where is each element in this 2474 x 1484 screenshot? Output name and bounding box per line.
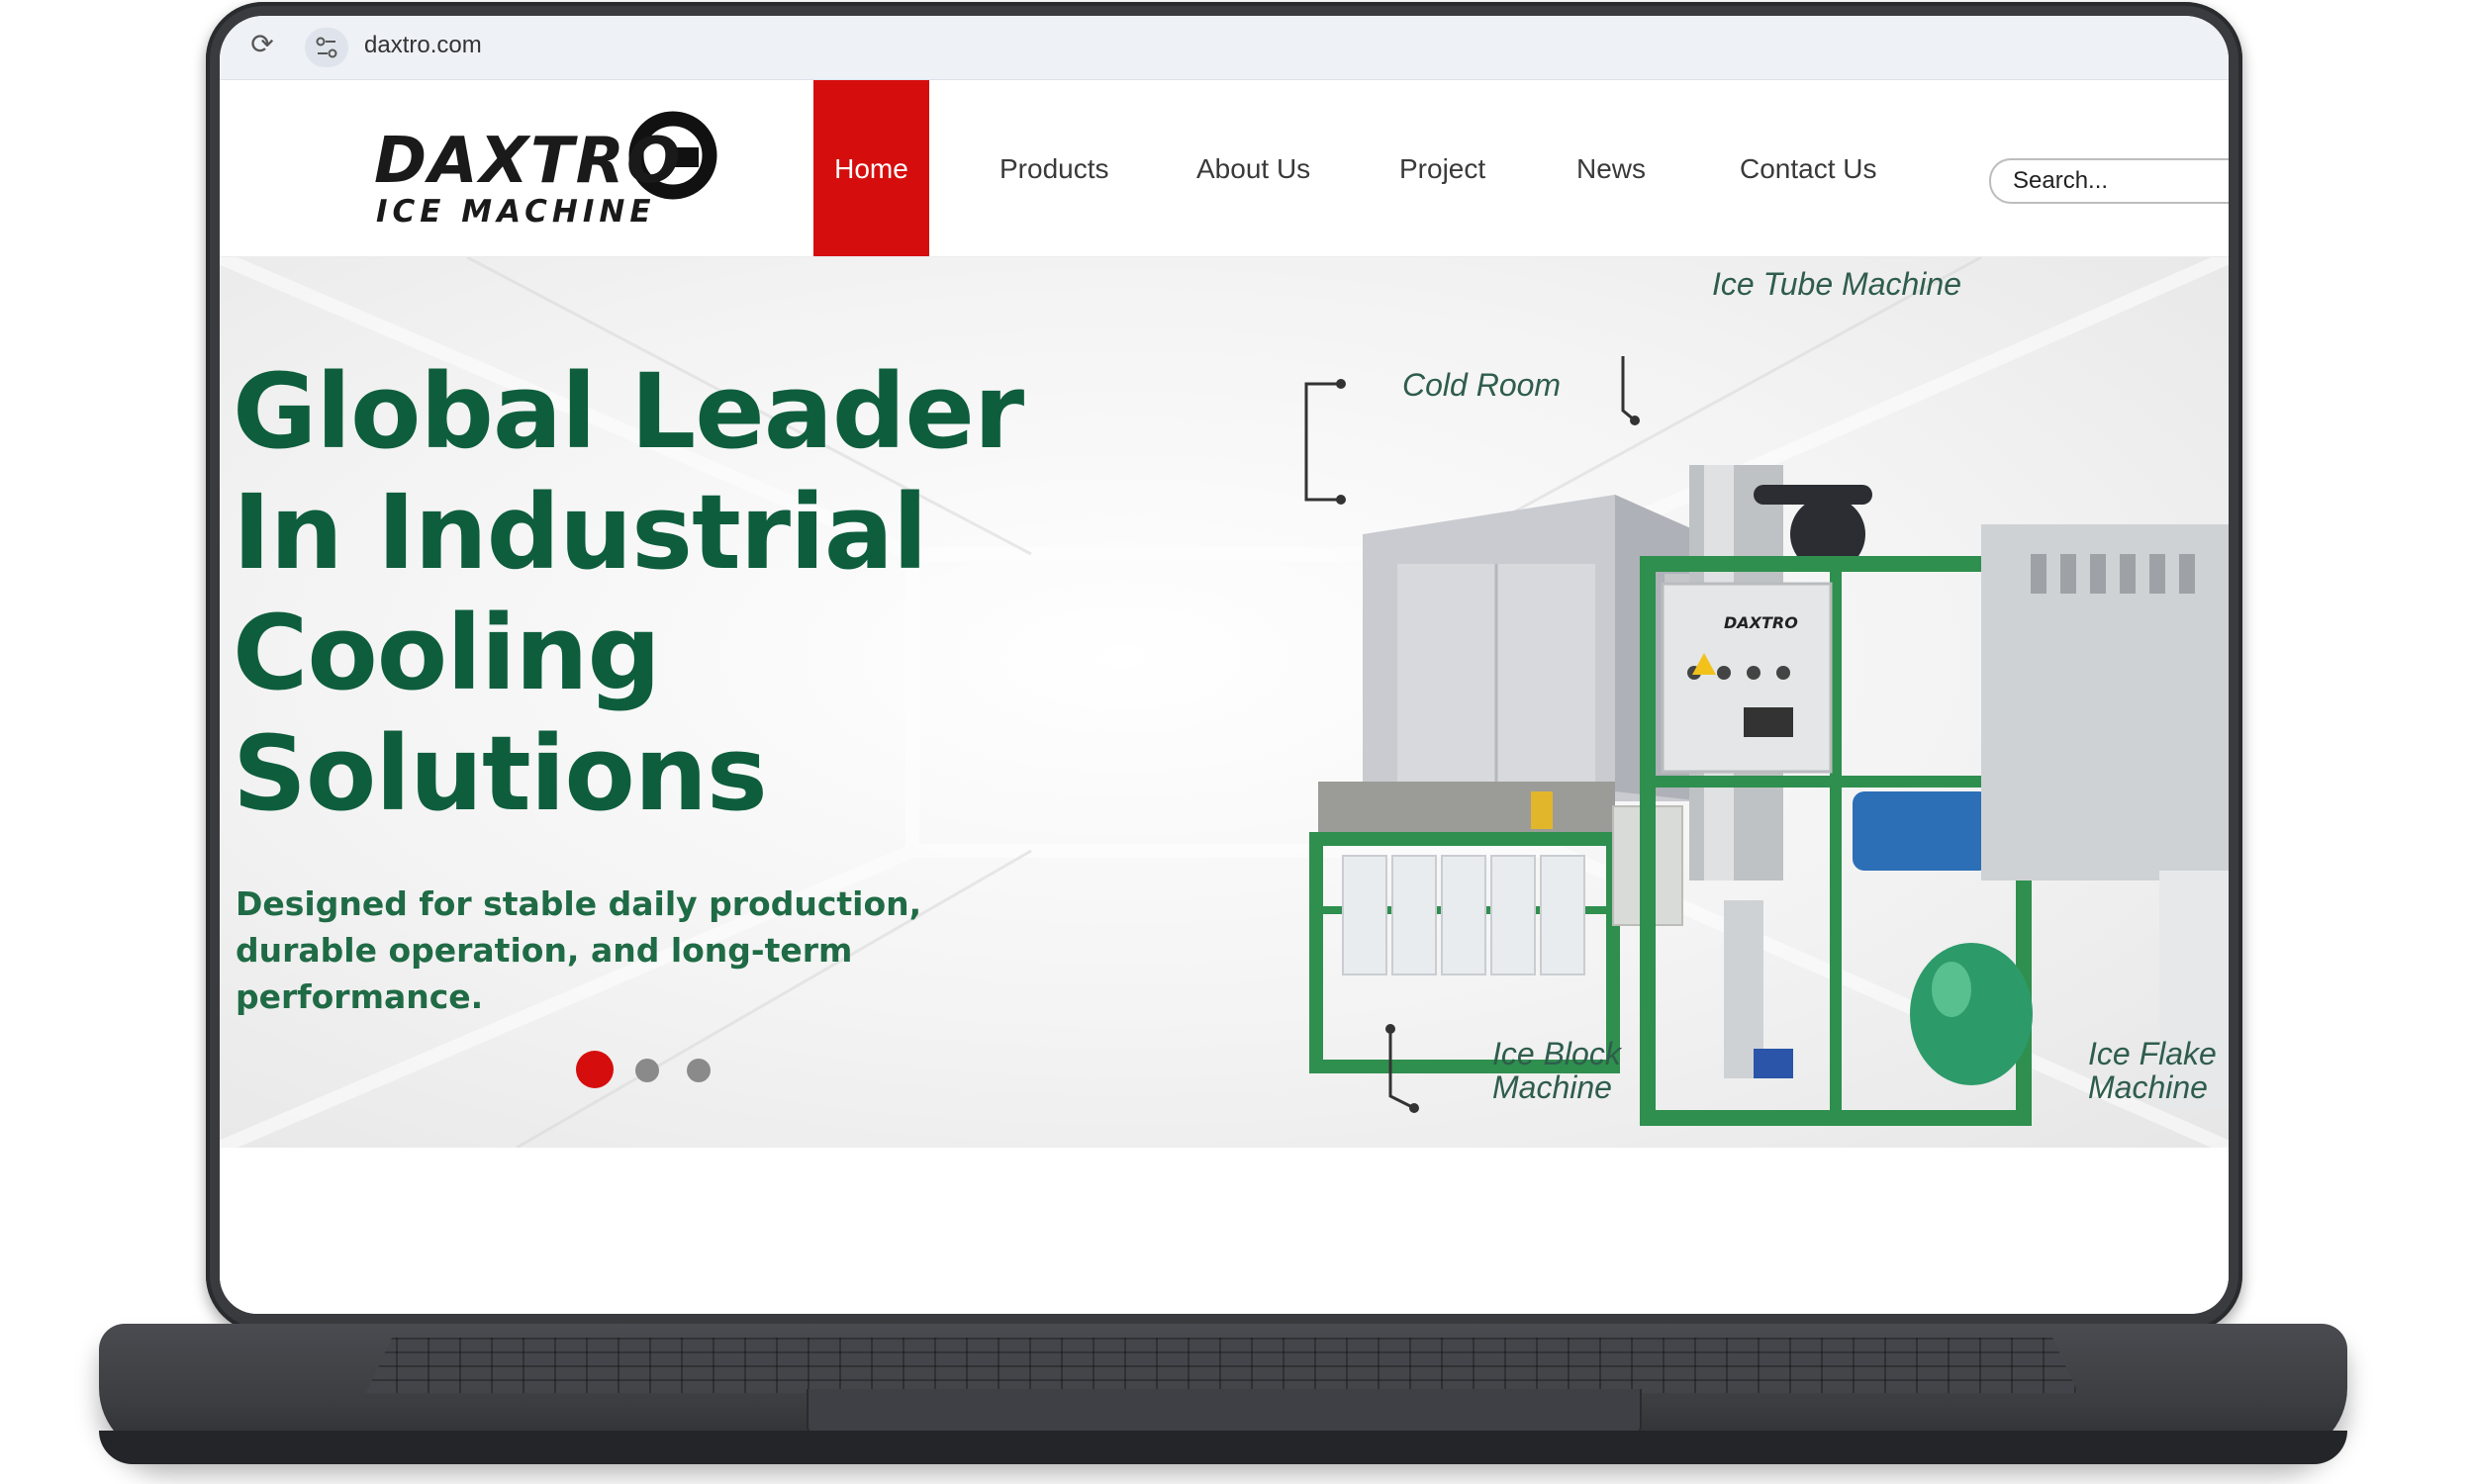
browser-address-bar: ⟳ daxtro.com	[220, 16, 2229, 80]
callout-line: Machine	[2088, 1069, 2208, 1105]
daxtro-logo[interactable]: DAXTRO ICE MACHINE	[368, 108, 734, 234]
slider-dot-2[interactable]	[635, 1059, 659, 1082]
nav-about-us[interactable]: About Us	[1196, 80, 1310, 256]
logo-wordmark: DAXTRO	[374, 125, 683, 198]
hero-banner: Global Leader In Industrial Cooling Solu…	[220, 257, 2229, 1148]
laptop-keyboard	[366, 1338, 2078, 1393]
laptop-trackpad	[807, 1389, 1642, 1435]
ice-block-machine-illustration	[1309, 782, 1683, 1073]
logo-tagline: ICE MACHINE	[376, 194, 656, 230]
site-header: DAXTRO ICE MACHINE Home Products About U…	[220, 80, 2229, 257]
hero-title: Global Leader In Industrial Cooling Solu…	[233, 351, 1123, 834]
search-input[interactable]	[2011, 165, 2229, 197]
hero-title-line: In Industrial	[233, 472, 928, 593]
slider-dot-3[interactable]	[687, 1059, 711, 1082]
laptop-screen: ⟳ daxtro.com DAXTRO ICE MACHINE Home Pro…	[220, 16, 2229, 1314]
page-below-hero	[220, 1148, 2229, 1314]
hero-title-line: Solutions	[233, 713, 768, 834]
callout-ice-tube-machine: Ice Tube Machine	[1712, 266, 1961, 302]
callout-cold-room: Cold Room	[1402, 367, 1562, 403]
callout-ice-block-machine: Ice Block Machine	[1492, 1037, 1621, 1104]
tune-icon[interactable]	[305, 28, 348, 67]
nav-products[interactable]: Products	[999, 80, 1109, 256]
callout-ice-flake-machine: Ice Flake Machine	[2088, 1037, 2217, 1104]
machine-brand-label: DAXTRO	[1724, 613, 1798, 632]
nav-home[interactable]: Home	[813, 80, 929, 256]
laptop-base-edge	[99, 1431, 2347, 1464]
callout-line: Machine	[1492, 1069, 1612, 1105]
nav-project[interactable]: Project	[1399, 80, 1485, 256]
nav-news[interactable]: News	[1576, 80, 1646, 256]
callout-line: Ice Block	[1492, 1036, 1621, 1071]
search-box	[1989, 158, 2229, 204]
slider-dot-1[interactable]	[576, 1051, 614, 1088]
nav-contact-us[interactable]: Contact Us	[1740, 80, 1877, 256]
hero-subtitle: Designed for stable daily production, du…	[236, 884, 922, 1016]
reload-icon[interactable]: ⟳	[247, 30, 277, 59]
hero-title-line: Global Leader	[233, 351, 1024, 472]
ice-machines-image: DAXTRO	[1304, 356, 2229, 1126]
ice-tube-machine-illustration: DAXTRO	[1640, 465, 2033, 1126]
hero-title-line: Cooling	[233, 593, 661, 713]
callout-line: Ice Flake	[2088, 1036, 2217, 1071]
url-text[interactable]: daxtro.com	[364, 32, 482, 59]
